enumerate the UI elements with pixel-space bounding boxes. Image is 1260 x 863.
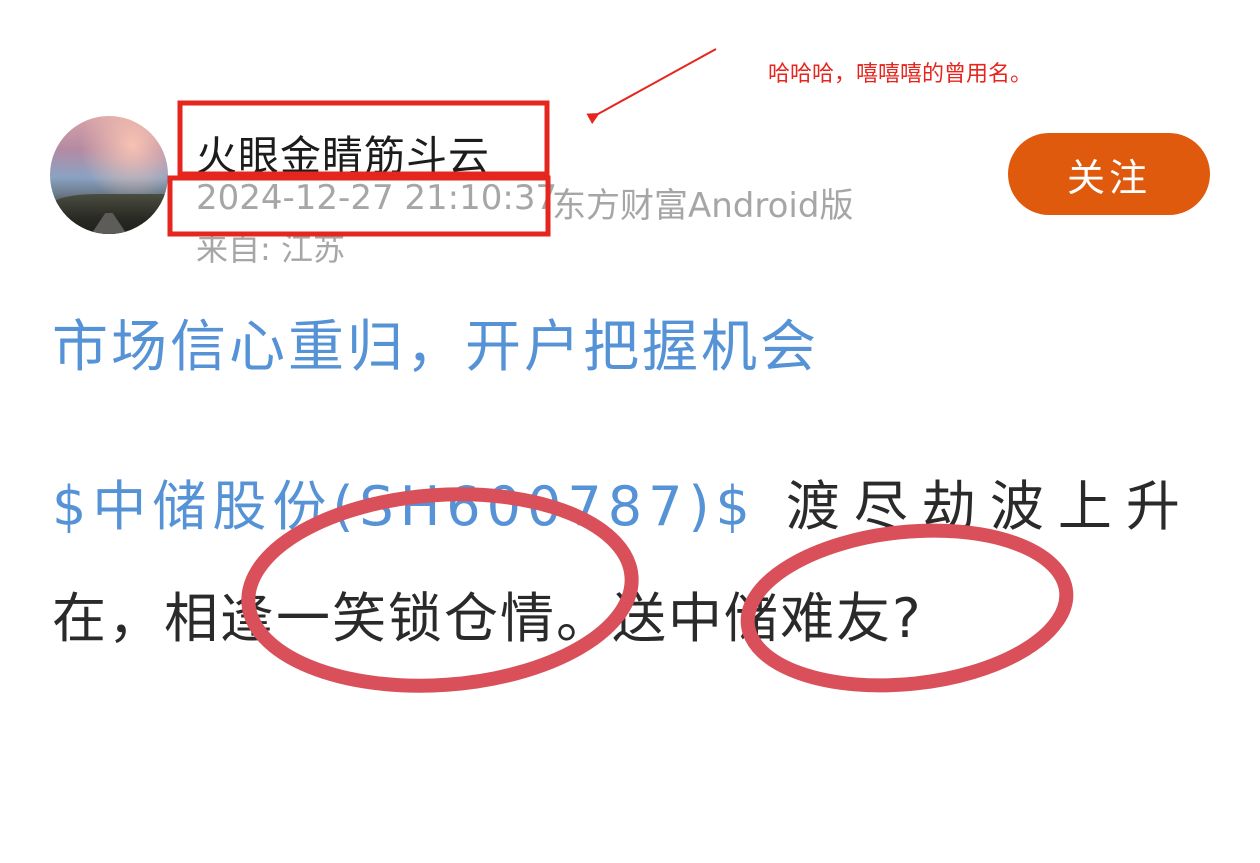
avatar[interactable]: [50, 116, 168, 234]
annotation-note: 哈哈哈，嘻嘻嘻的曾用名。: [768, 62, 1033, 87]
follow-button[interactable]: 关注: [1008, 133, 1210, 215]
post-location: 来自: 江苏: [196, 230, 345, 268]
post-title[interactable]: 市场信心重归，开户把握机会: [52, 302, 819, 383]
post-body-line-2: 在，相逢一笑锁仓情。送中储难友?: [52, 587, 923, 650]
stock-link[interactable]: $中储股份(SH600787)$: [52, 475, 756, 538]
annotation-overlay: [167, 48, 1074, 693]
post-body-line-1: $中储股份(SH600787)$ 渡尽劫波上升: [52, 462, 1194, 541]
post-body-text-1: 渡尽劫波上升: [785, 475, 1194, 538]
post-timestamp: 2024-12-27 21:10:37: [196, 178, 558, 218]
author-username[interactable]: 火眼金睛筋斗云: [196, 122, 490, 182]
annotation-arrow: [586, 48, 717, 125]
post-app-source: 东方财富Android版: [552, 186, 854, 226]
